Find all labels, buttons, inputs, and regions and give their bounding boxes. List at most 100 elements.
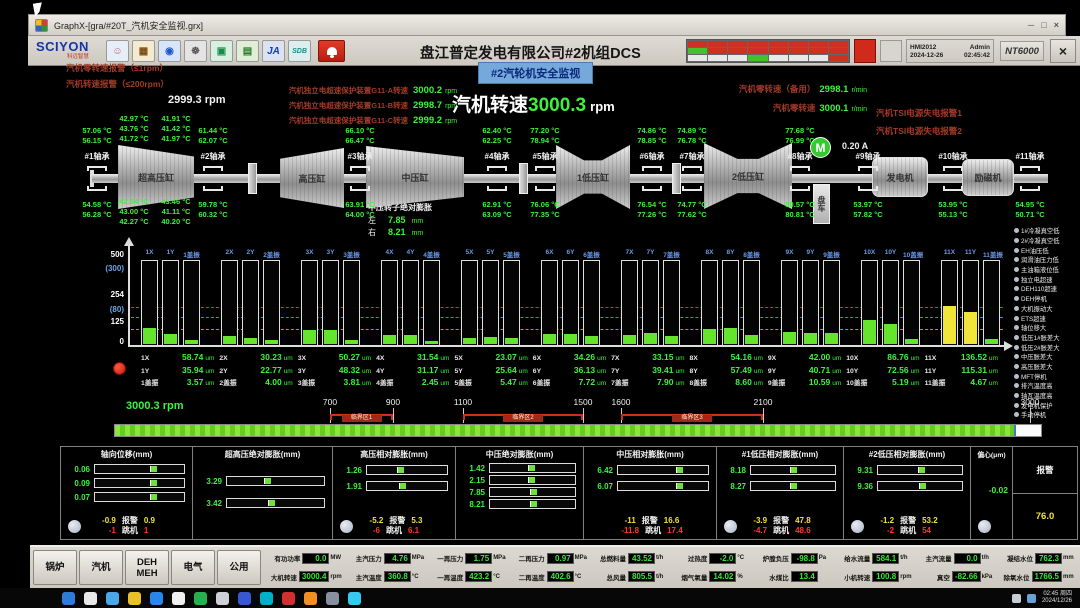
process-value: 13.4 [791,571,818,582]
task-view-icon[interactable] [106,592,119,605]
gauge-row: 0.09 [66,476,185,490]
nav-button[interactable]: 锅炉 [33,550,77,585]
alarm-name: DEH停机 [1021,294,1047,303]
gauge-bar [617,481,709,491]
process-value: 360.8 [384,571,411,582]
start-icon[interactable] [62,592,75,605]
app-icon-2[interactable] [194,592,207,605]
process-value: 762.3 [1035,553,1062,564]
gauge-value: 8.27 [722,482,746,491]
process-unit: MPa [493,555,508,561]
process-value: 1766.5 [1032,571,1062,582]
trip-low: -11.8 [621,526,639,535]
taskbar-clock[interactable]: 02:45 周四 2024/12/26 [1042,591,1072,606]
process-unit: t/h [900,555,915,561]
trip-limits: -6跳机6.1 [343,526,449,536]
panel-limits: -1.2报警53.2-2跳机54 [854,516,964,536]
alarm-name: 手动停机 [1021,410,1046,419]
eccentricity-alarm-cell: 报警76.0 [1013,447,1077,539]
gauge-value: 3.42 [198,499,222,508]
gauge-value: 8.18 [722,466,746,475]
process-value: 0.97 [547,553,574,564]
alarm-status-dot [1014,383,1019,388]
browser-icon[interactable] [150,592,163,605]
screen-nav: 锅炉汽机DEH MEH电气公用 [32,549,262,586]
gauge-marker [528,477,535,483]
alarm-status-dot [1014,267,1019,272]
process-label: 真空 [937,572,950,582]
gauge-bar [94,478,185,488]
alarm-name: 独立电超速 [1021,275,1052,284]
ramp-tick [393,408,394,423]
app-icon-7[interactable] [304,592,317,605]
alarm-status-dot [1014,335,1019,340]
critical-zone-label: 临界区1 [342,415,382,422]
gauge-bar [489,463,576,473]
alarm-label: 报警 [642,516,658,525]
app-icon-9[interactable] [348,592,361,605]
panel-limits: -5.2报警5.3-6跳机6.1 [343,516,449,536]
process-value: 4.76 [384,553,411,564]
alarm-list-item: DEH停机 [1014,294,1080,304]
alarm-list-item: 高压胀差大 [1014,362,1080,372]
alarm-list-item: MFT停机 [1014,371,1080,381]
process-value-cell: 炉膛负压-98.8Pa [753,549,833,568]
search-icon[interactable] [84,592,97,605]
gauge-rows: 8.18 8.27 [717,460,843,494]
process-value: 1.75 [465,553,492,564]
alarm-name: 1#冷凝真空低 [1021,226,1060,235]
alarm-name: 轴位移大 [1021,323,1046,332]
tray-icon[interactable] [1012,594,1021,603]
gauge-row: 7.85 [461,486,576,498]
gauge-row: 8.27 [722,478,836,494]
tray-icon[interactable] [1027,594,1036,603]
process-value: 43.52 [628,553,655,564]
process-unit: kPa [982,574,997,580]
alarm-name: 中压胀差大 [1021,352,1052,361]
trip-low: -6 [373,526,380,535]
alarm-name: 高压胀差大 [1021,362,1052,371]
gauge-row: 3.42 [198,492,325,514]
alarm-name: MFT停机 [1021,372,1047,381]
app-icon-3[interactable] [216,592,229,605]
app-icon-6[interactable] [282,592,295,605]
folder-icon[interactable] [128,592,141,605]
alarm-low: -0.9 [102,516,116,525]
gauge-marker [150,494,157,500]
expansion-panel: 中压绝对膨胀(mm)1.422.157.858.21 [456,447,584,539]
trip-label: 跳机 [386,526,402,535]
alarm-label: 报警 [1013,447,1077,494]
gauge-value: 0.09 [66,479,90,488]
alarm-list-item: 低压2#胀差大 [1014,342,1080,352]
gauge-bar [750,481,836,491]
gauge-bar [94,492,185,502]
gauge-value: 7.85 [461,488,485,497]
process-unit: °C [412,574,427,580]
trip-low: -2 [887,526,894,535]
process-value-cell: 主汽流量0.0t/h [916,549,996,568]
app-icon-8[interactable] [326,592,339,605]
ramp-tick-label: 1100 [447,397,479,407]
process-value: 14.02 [709,571,736,582]
alarm-label: 报警 [773,516,789,525]
gauge-rows: 9.319.36 [844,460,970,494]
app-icon-4[interactable] [238,592,251,605]
nav-button[interactable]: 公用 [217,550,261,585]
app-icon-5[interactable] [260,592,273,605]
ramp-bar [114,424,1042,437]
process-value: 100.8 [872,571,899,582]
alarm-name: 轴瓦温度高 [1021,391,1052,400]
nav-button[interactable]: 电气 [171,550,215,585]
alarm-limits: -11报警16.6 [594,516,710,526]
gauge-value: 1.42 [461,464,485,473]
trip-high: 17.4 [667,526,683,535]
taskbar-icons [62,592,361,605]
app-icon-1[interactable] [172,592,185,605]
ramp-fill [115,425,1016,436]
alarm-status-dot [1014,238,1019,243]
process-label: 主汽流量 [926,553,952,563]
alarm-name: 大机振动大 [1021,304,1052,313]
process-unit: °C [575,574,590,580]
nav-button[interactable]: DEH MEH [125,550,169,585]
nav-button[interactable]: 汽机 [79,550,123,585]
